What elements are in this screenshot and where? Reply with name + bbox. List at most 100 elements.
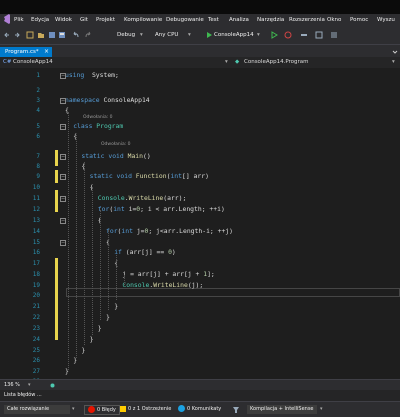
configuration-dropdown[interactable]: Debug <box>117 30 135 40</box>
save-all-icon[interactable] <box>58 31 66 39</box>
fold-toggle-icon[interactable]: − <box>60 240 66 246</box>
filter-icon[interactable] <box>233 407 239 413</box>
error-list-title[interactable]: Lista błędów ... <box>4 391 42 400</box>
code-lens-class-references[interactable]: Odwołania: 0 <box>83 115 113 120</box>
code-line[interactable]: for(int j=0; j<arr.Length-i; ++j) <box>106 227 233 235</box>
platform-dropdown[interactable]: Any CPU <box>155 30 178 40</box>
code-line[interactable]: using System; <box>65 71 119 79</box>
redo-icon[interactable] <box>84 31 92 39</box>
menu-item-8[interactable]: Test <box>208 16 219 24</box>
code-line[interactable]: static void Main() <box>81 152 150 160</box>
code-line[interactable]: Console.WriteLine(j); <box>122 281 203 289</box>
undo-icon[interactable] <box>72 31 80 39</box>
code-line[interactable]: } <box>114 302 118 310</box>
document-tab-row <box>0 45 400 57</box>
code-line[interactable]: if (arr[j] == 0) <box>114 248 176 256</box>
toolbar: Debug ▾ Any CPU ▾ ConsoleApp14 ▾ <box>0 26 400 45</box>
project-dropdown-chevron-icon[interactable]: ▾ <box>225 58 228 67</box>
menu-item-13[interactable]: Pomoc <box>350 16 368 24</box>
scope-dropdown[interactable]: Całe rozwiązanie <box>4 405 70 414</box>
build-source-chevron-down-icon[interactable]: ▾ <box>320 405 323 414</box>
menu-item-9[interactable]: Analiza <box>229 16 249 24</box>
line-number: 12 <box>32 206 40 213</box>
warnings-filter-button[interactable]: 0 z 1 Ostrzeżenie <box>120 405 171 414</box>
new-item-icon[interactable] <box>26 31 34 39</box>
code-line[interactable]: } <box>81 346 85 354</box>
save-icon[interactable] <box>48 31 56 39</box>
hot-reload-icon[interactable] <box>284 31 292 39</box>
fold-toggle-icon[interactable]: − <box>60 124 66 130</box>
indent-guide <box>116 255 117 300</box>
line-number: 4 <box>36 107 40 114</box>
line-number: 24 <box>32 336 40 343</box>
type-dropdown-chevron-icon[interactable]: ▾ <box>392 58 395 67</box>
info-icon <box>178 405 185 412</box>
code-line[interactable]: } <box>90 335 94 343</box>
open-folder-icon[interactable] <box>37 31 45 39</box>
configuration-chevron-down-icon[interactable]: ▾ <box>140 30 143 40</box>
menu-item-5[interactable]: Projekt <box>96 16 115 24</box>
code-line[interactable]: static void Function(int[] arr) <box>90 172 209 180</box>
scope-chevron-down-icon[interactable]: ▾ <box>72 405 75 414</box>
comment-icon[interactable] <box>330 31 338 39</box>
line-number: 13 <box>32 217 40 224</box>
menu-item-7[interactable]: Debugowanie <box>166 16 204 24</box>
change-marker <box>55 258 58 340</box>
line-number: 7 <box>36 153 40 160</box>
menu-item-11[interactable]: Rozszerzenia <box>289 16 325 24</box>
back-arrow-icon[interactable] <box>3 31 11 39</box>
code-line[interactable]: Console.WriteLine(arr); <box>98 194 187 202</box>
no-issues-icon <box>50 383 55 388</box>
code-lens-main-references[interactable]: Odwołania: 0 <box>101 142 131 147</box>
menu-item-3[interactable]: Widok <box>55 16 72 24</box>
fold-toggle-icon[interactable]: − <box>60 73 66 79</box>
line-number: 18 <box>32 271 40 278</box>
fold-toggle-icon[interactable]: − <box>60 218 66 224</box>
platform-chevron-down-icon[interactable]: ▾ <box>188 30 191 40</box>
play-icon[interactable] <box>205 31 213 39</box>
menu-item-4[interactable]: Git <box>80 16 88 24</box>
start-button[interactable]: ConsoleApp14 <box>214 30 254 40</box>
start-chevron-down-icon[interactable]: ▾ <box>257 30 260 40</box>
menu-item-10[interactable]: Narzędzia <box>257 16 284 24</box>
menu-item-12[interactable]: Okno <box>327 16 341 24</box>
messages-count: 0 Komunikaty <box>187 406 222 412</box>
menu-item-2[interactable]: Edycja <box>31 16 49 24</box>
run-without-debugging-icon[interactable] <box>270 31 278 39</box>
indent-guide <box>92 187 93 335</box>
line-number: 14 <box>32 228 40 235</box>
project-dropdown[interactable]: ConsoleApp14 <box>13 58 53 67</box>
fold-toggle-icon[interactable]: − <box>60 154 66 160</box>
line-number: 5 <box>36 123 40 130</box>
code-line[interactable]: namespace ConsoleApp14 <box>65 96 150 104</box>
menu-item-1[interactable]: Plik <box>14 16 24 24</box>
code-line[interactable]: class Program <box>73 122 123 130</box>
line-number: 26 <box>32 357 40 364</box>
type-dropdown[interactable]: ConsoleApp14.Program <box>244 58 309 67</box>
error-list-panel-header: Lista błędów ... <box>0 390 400 401</box>
indent-guide <box>100 210 101 320</box>
code-line[interactable]: } <box>98 324 102 332</box>
code-line[interactable]: } <box>106 313 110 321</box>
bookmark-icon[interactable] <box>315 31 323 39</box>
fold-toggle-icon[interactable]: − <box>60 196 66 202</box>
indent-guide <box>108 230 109 310</box>
line-number: 21 <box>32 303 40 310</box>
zoom-chevron-down-icon[interactable]: ▾ <box>28 381 31 390</box>
menu-item-14[interactable]: Wyszu <box>377 16 395 24</box>
errors-filter-button[interactable]: 0 Błędy <box>84 405 120 415</box>
fold-toggle-icon[interactable]: − <box>60 98 66 104</box>
fold-toggle-icon[interactable]: − <box>60 174 66 180</box>
messages-filter-button[interactable]: 0 Komunikaty <box>178 405 221 414</box>
tab-close-icon[interactable]: × <box>44 47 49 57</box>
change-marker <box>55 190 58 212</box>
tab-overflow-chevron-down-icon[interactable] <box>392 49 398 55</box>
menu-item-6[interactable]: Kompilowanie <box>124 16 162 24</box>
class-icon: ◆ <box>235 59 240 65</box>
toolbar-options-icon[interactable] <box>300 31 308 39</box>
zoom-level[interactable]: 136 % <box>4 381 20 390</box>
code-line[interactable]: j = arr[j] + arr[j + 1]; <box>122 270 214 278</box>
code-line[interactable]: for(int i=0; i < arr.Length; ++i) <box>98 205 225 213</box>
build-source-dropdown[interactable]: Kompilacja + IntelliSense <box>247 405 317 414</box>
forward-arrow-icon[interactable] <box>13 31 21 39</box>
